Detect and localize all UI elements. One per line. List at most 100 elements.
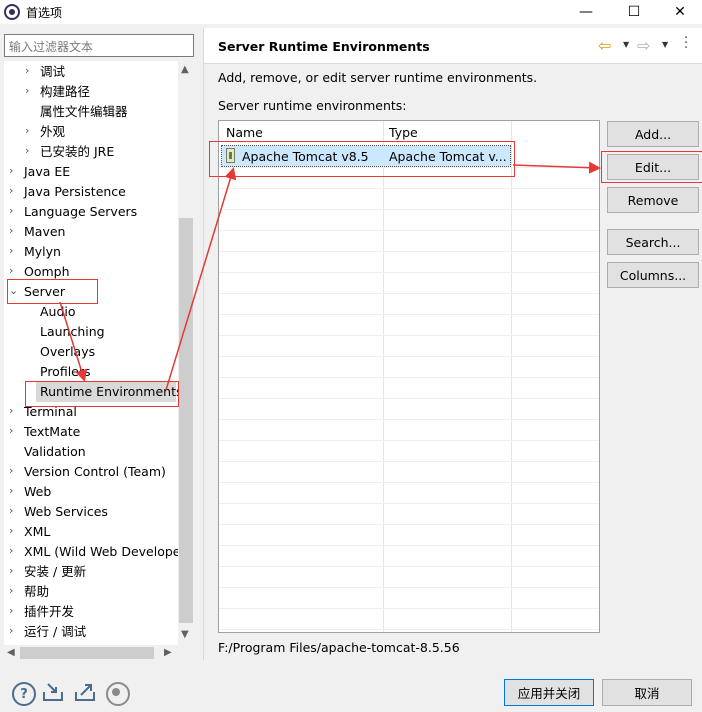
import-icon[interactable] [42,682,63,702]
chevron-right-icon[interactable]: › [9,224,19,237]
chevron-right-icon[interactable]: › [9,244,19,257]
chevron-right-icon[interactable]: › [9,504,19,517]
scroll-right-icon[interactable]: ▶ [164,647,172,658]
row-gridline [219,293,599,294]
close-button[interactable]: ✕ [660,0,700,24]
tree-item[interactable]: Audio [40,303,76,321]
runtime-table[interactable]: Name Type [218,120,600,633]
row-gridline [219,230,599,231]
row-gridline [219,608,599,609]
column-header-name[interactable]: Name [226,125,263,140]
row-gridline [219,545,599,546]
chevron-right-icon[interactable]: › [9,404,19,417]
annotation-box-runtime [25,381,179,407]
chevron-right-icon[interactable]: › [9,524,19,537]
tree-item[interactable]: Web Services [24,503,108,521]
list-label: Server runtime environments: [218,98,407,113]
window-title: 首选项 [26,6,63,20]
scroll-down-icon[interactable]: ▼ [181,629,189,640]
forward-dropdown-icon[interactable]: ▼ [662,40,668,49]
tree-item[interactable]: 已安装的 JRE [40,143,114,161]
view-menu-icon[interactable]: · · · [684,32,688,55]
record-icon[interactable] [106,682,130,706]
row-gridline [219,461,599,462]
tree-item[interactable]: XML [24,523,50,541]
tree-item[interactable]: XML (Wild Web Developer [24,543,178,561]
chevron-right-icon[interactable]: › [9,584,19,597]
row-gridline [219,587,599,588]
row-gridline [219,482,599,483]
preferences-tree: › 调试 › 构建路径属性文件编辑器 › 外观 › 已安装的 JRE › Java EE › Java… [4,61,178,645]
tree-item[interactable]: 构建路径 [40,83,90,101]
maximize-button[interactable]: ☐ [614,0,654,24]
chevron-right-icon[interactable]: › [9,624,19,637]
tree-item[interactable]: 调试 [40,63,65,81]
row-gridline [219,419,599,420]
tree-item[interactable]: Validation [24,443,86,461]
tree-item[interactable]: 插件开发 [24,603,74,621]
back-dropdown-icon[interactable]: ▼ [623,40,629,49]
cancel-button[interactable]: 取消 [602,679,692,706]
eclipse-app-icon [4,4,20,20]
row-gridline [219,335,599,336]
add-button[interactable]: Add... [607,121,699,147]
row-gridline [219,272,599,273]
apply-and-close-button[interactable]: 应用并关闭 [504,679,594,706]
columns-button[interactable]: Columns... [607,262,699,288]
row-gridline [219,524,599,525]
scroll-up-icon[interactable]: ▲ [181,64,189,75]
chevron-right-icon[interactable]: › [9,184,19,197]
tree-scrollbar-thumb[interactable] [179,218,193,623]
chevron-right-icon[interactable]: › [9,484,19,497]
scroll-left-icon[interactable]: ◀ [7,647,15,658]
tree-item[interactable]: Version Control (Team) [24,463,166,481]
tree-item[interactable]: 安装 / 更新 [24,563,86,581]
chevron-right-icon[interactable]: › [9,604,19,617]
chevron-right-icon[interactable]: › [9,164,19,177]
chevron-right-icon[interactable]: › [25,124,35,137]
tree-hscroll-thumb[interactable] [20,647,154,659]
runtime-path: F:/Program Files/apache-tomcat-8.5.56 [218,640,460,655]
tree-item[interactable]: 属性文件编辑器 [40,103,128,121]
page-description: Add, remove, or edit server runtime envi… [218,70,538,85]
chevron-right-icon[interactable]: › [25,144,35,157]
row-gridline [219,356,599,357]
panel-divider[interactable] [203,28,204,660]
chevron-right-icon[interactable]: › [25,64,35,77]
tree-item[interactable]: Java Persistence [24,183,126,201]
chevron-right-icon[interactable]: › [9,464,19,477]
remove-button[interactable]: Remove [607,187,699,213]
chevron-right-icon[interactable]: › [9,264,19,277]
tree-item[interactable]: Web [24,483,51,501]
chevron-right-icon[interactable]: › [9,424,19,437]
minimize-button[interactable]: — [566,0,606,24]
tree-item[interactable]: Maven [24,223,65,241]
chevron-right-icon[interactable]: › [9,564,19,577]
help-icon[interactable]: ? [12,682,36,706]
search-button[interactable]: Search... [607,229,699,255]
tree-item[interactable]: Launching [40,323,105,341]
row-gridline [219,629,599,630]
tree-item[interactable]: Language Servers [24,203,137,221]
export-icon[interactable] [74,682,95,702]
annotation-box-row [209,141,515,177]
forward-arrow-icon[interactable]: ⇨ [637,36,650,55]
row-gridline [219,209,599,210]
back-arrow-icon[interactable]: ⇦ [598,36,611,55]
tree-item[interactable]: 运行 / 调试 [24,623,86,641]
tree-item[interactable]: Overlays [40,343,95,361]
tree-item[interactable]: 外观 [40,123,65,141]
filter-input[interactable]: 输入过滤器文本 [4,34,194,57]
column-header-type[interactable]: Type [389,125,418,140]
tree-item[interactable]: Profilers [40,363,91,381]
row-gridline [219,566,599,567]
row-gridline [219,440,599,441]
tree-item[interactable]: Java EE [24,163,70,181]
tree-item[interactable]: TextMate [24,423,80,441]
chevron-right-icon[interactable]: › [9,204,19,217]
tree-item[interactable]: Mylyn [24,243,61,261]
chevron-right-icon[interactable]: › [9,544,19,557]
tree-item[interactable]: 帮助 [24,583,49,601]
chevron-right-icon[interactable]: › [25,84,35,97]
row-gridline [219,188,599,189]
